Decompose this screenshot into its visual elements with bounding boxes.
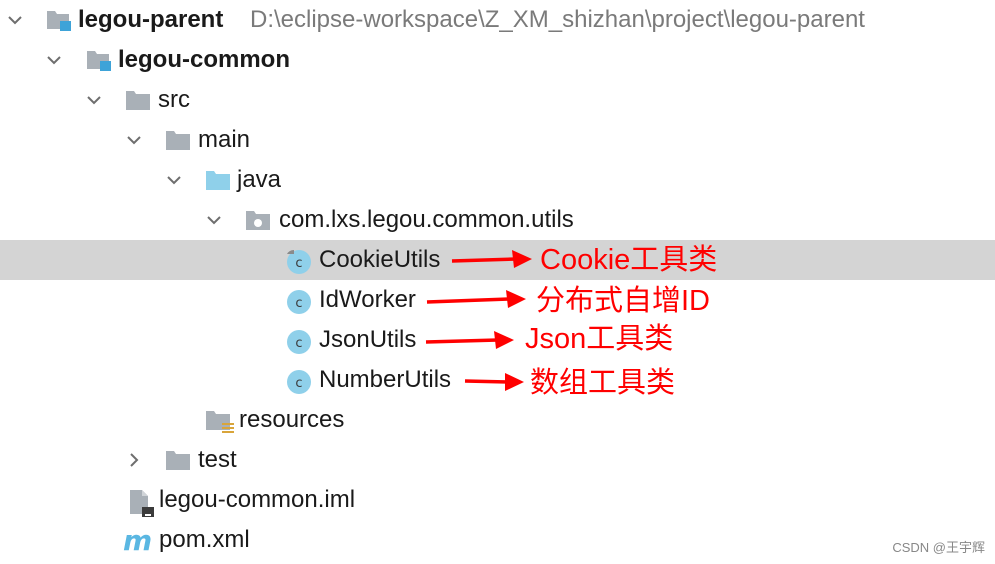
- annotation-arrowhead: [505, 373, 524, 391]
- watermark: CSDN @王宇辉: [892, 540, 985, 555]
- annotation-arrowhead: [494, 331, 514, 349]
- annotation-label: Json工具类: [525, 323, 674, 355]
- annotation-arrowhead: [512, 250, 532, 268]
- annotation-arrow: [451, 257, 517, 263]
- annotation-arrows: [425, 250, 532, 391]
- annotation-arrowhead: [506, 290, 526, 308]
- annotation-arrow: [425, 338, 499, 344]
- annotation-label: 分布式自增ID: [536, 285, 711, 317]
- annotation-arrow: [464, 379, 509, 384]
- annotation-label: 数组工具类: [530, 367, 676, 399]
- annotation-label: Cookie工具类: [540, 244, 718, 276]
- annotation-arrow: [426, 297, 511, 304]
